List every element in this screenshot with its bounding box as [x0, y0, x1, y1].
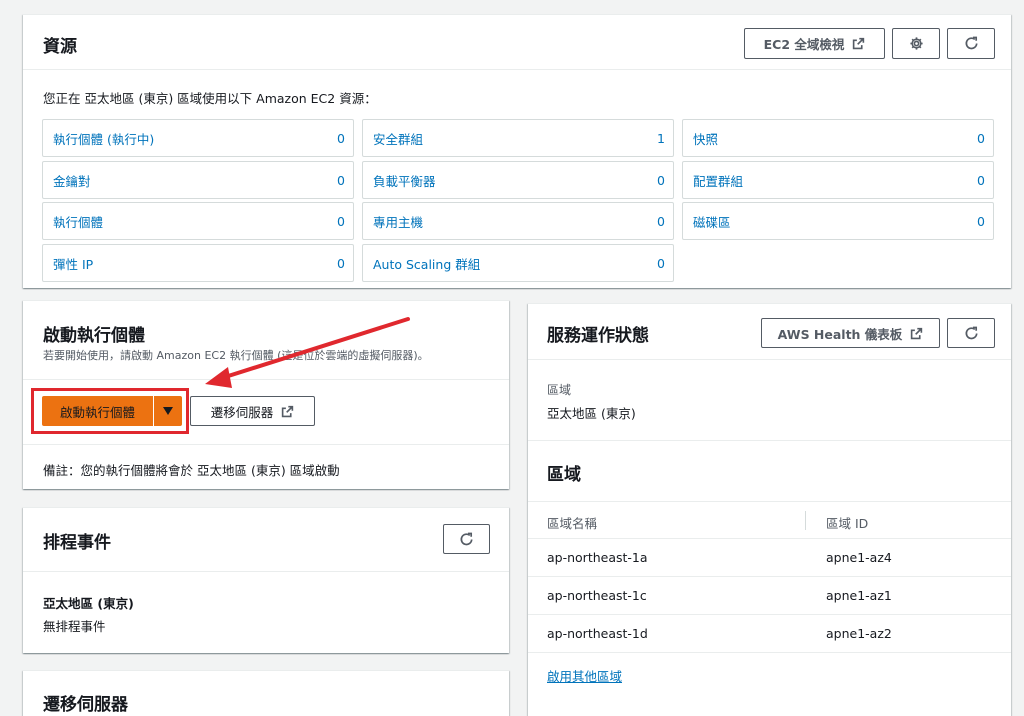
external-link-icon	[911, 327, 923, 339]
resource-label: 金鑰對	[53, 173, 91, 189]
table-row: ap-northeast-1d apne1-az2	[528, 615, 1011, 653]
resource-label: 執行個體 (執行中)	[53, 131, 155, 147]
column-zone-name: 區域名稱	[547, 516, 598, 531]
resources-intro: 您正在 亞太地區 (東京) 區域使用以下 Amazon EC2 資源：	[43, 91, 377, 106]
resource-count: 0	[337, 172, 345, 188]
resource-dedicated-hosts[interactable]: 專用主機 0	[362, 202, 674, 240]
resource-auto-scaling-groups[interactable]: Auto Scaling 群組 0	[362, 244, 674, 282]
zone-name: ap-northeast-1c	[547, 588, 647, 603]
refresh-icon	[965, 36, 977, 50]
migrate-server-button[interactable]: 遷移伺服器	[190, 396, 315, 426]
health-region-label: 區域	[547, 383, 572, 397]
resources-header: 資源 EC2 全域檢視	[23, 15, 1011, 70]
resource-key-pairs[interactable]: 金鑰對 0	[42, 161, 354, 199]
health-refresh-button[interactable]	[947, 318, 995, 348]
resource-count: 0	[977, 130, 985, 146]
aws-health-dashboard-label: AWS Health 儀表板	[777, 326, 903, 342]
resources-title: 資源	[43, 37, 77, 57]
resource-snapshots[interactable]: 快照 0	[682, 119, 994, 157]
resource-label: 安全群組	[373, 131, 424, 147]
zone-id: apne1-az2	[826, 626, 892, 641]
zones-header: 區域	[528, 441, 1011, 502]
resource-label: 快照	[693, 131, 719, 147]
zones-table: 區域名稱 區域 ID ap-northeast-1a apne1-az4 ap-…	[528, 502, 1011, 653]
service-health-title: 服務運作狀態	[547, 326, 649, 346]
enable-other-zones-link[interactable]: 啟用其他區域	[547, 666, 622, 685]
scheduled-events-title: 排程事件	[43, 533, 111, 553]
refresh-button[interactable]	[947, 28, 995, 59]
scheduled-status: 無排程事件	[43, 619, 106, 634]
annotation-highlight-box	[31, 388, 189, 434]
service-health-panel: 服務運作狀態 AWS Health 儀表板 區域 亞太地區 (東京)	[528, 303, 1011, 440]
zones-panel: 區域 區域名稱 區域 ID ap-northeast-1a apne1-az4 …	[528, 440, 1011, 716]
refresh-icon	[460, 532, 473, 545]
resource-count: 0	[657, 172, 665, 188]
launch-instance-panel: 啟動執行個體 若要開始使用，請啟動 Amazon EC2 執行個體 (這是位於雲…	[23, 300, 509, 489]
external-link-icon	[282, 405, 294, 417]
migrate-server-label: 遷移伺服器	[210, 404, 274, 420]
zone-id: apne1-az4	[826, 550, 892, 565]
ec2-global-view-button[interactable]: EC2 全域檢視	[744, 28, 885, 59]
zone-name: ap-northeast-1a	[547, 550, 648, 565]
external-link-icon	[853, 37, 865, 50]
resource-placement-groups[interactable]: 配置群組 0	[682, 161, 994, 199]
launch-instance-header: 啟動執行個體 若要開始使用，請啟動 Amazon EC2 執行個體 (這是位於雲…	[23, 301, 509, 380]
column-zone-id: 區域 ID	[826, 516, 869, 531]
service-health-header: 服務運作狀態 AWS Health 儀表板	[528, 304, 1011, 360]
gear-icon	[909, 37, 923, 50]
scheduled-refresh-button[interactable]	[443, 524, 490, 554]
resource-count: 1	[657, 130, 665, 146]
divider	[23, 444, 509, 445]
resource-elastic-ips[interactable]: 彈性 IP 0	[42, 244, 354, 282]
resource-count: 0	[337, 213, 345, 229]
ec2-global-view-label: EC2 全域檢視	[763, 37, 845, 52]
resources-panel: 資源 EC2 全域檢視 您正在 亞太地區 (東京) 區域使用以下 Amazon …	[23, 14, 1011, 288]
resource-count: 0	[337, 130, 345, 146]
resource-count: 0	[657, 255, 665, 271]
resource-label: 磁碟區	[693, 214, 731, 230]
scheduled-region: 亞太地區 (東京)	[43, 596, 134, 611]
launch-region-note: 備註：您的執行個體將會於 亞太地區 (東京) 區域啟動	[43, 463, 340, 478]
resource-instances[interactable]: 執行個體 0	[42, 202, 354, 240]
aws-health-dashboard-button[interactable]: AWS Health 儀表板	[761, 318, 940, 348]
resource-count: 0	[337, 255, 345, 271]
settings-button[interactable]	[892, 28, 940, 59]
zone-id: apne1-az1	[826, 588, 892, 603]
table-row: ap-northeast-1c apne1-az1	[528, 577, 1011, 615]
resource-label: 執行個體	[53, 214, 104, 230]
resource-label: 專用主機	[373, 214, 424, 230]
resource-load-balancers[interactable]: 負載平衡器 0	[362, 161, 674, 199]
resource-count: 0	[657, 213, 665, 229]
resource-label: 負載平衡器	[373, 173, 436, 189]
resource-count: 0	[977, 172, 985, 188]
column-divider	[805, 511, 806, 530]
zones-title: 區域	[547, 465, 581, 485]
resource-label: Auto Scaling 群組	[373, 256, 481, 272]
zone-name: ap-northeast-1d	[547, 626, 648, 641]
zones-table-header: 區域名稱 區域 ID	[528, 502, 1011, 539]
scheduled-events-header: 排程事件	[23, 508, 509, 572]
resource-label: 彈性 IP	[53, 256, 94, 272]
refresh-icon	[965, 326, 977, 339]
resource-volumes[interactable]: 磁碟區 0	[682, 202, 994, 240]
scheduled-events-panel: 排程事件 亞太地區 (東京) 無排程事件	[23, 507, 509, 653]
migrate-server-title: 遷移伺服器	[43, 695, 128, 715]
table-row: ap-northeast-1a apne1-az4	[528, 539, 1011, 577]
resource-count: 0	[977, 213, 985, 229]
resource-instances-running[interactable]: 執行個體 (執行中) 0	[42, 119, 354, 157]
launch-instance-subtitle: 若要開始使用，請啟動 Amazon EC2 執行個體 (這是位於雲端的虛擬伺服器…	[43, 349, 429, 362]
health-region-value: 亞太地區 (東京)	[547, 406, 636, 421]
resource-security-groups[interactable]: 安全群組 1	[362, 119, 674, 157]
launch-instance-title: 啟動執行個體	[43, 326, 145, 346]
migrate-server-panel: 遷移伺服器	[23, 670, 509, 716]
resource-label: 配置群組	[693, 173, 744, 189]
